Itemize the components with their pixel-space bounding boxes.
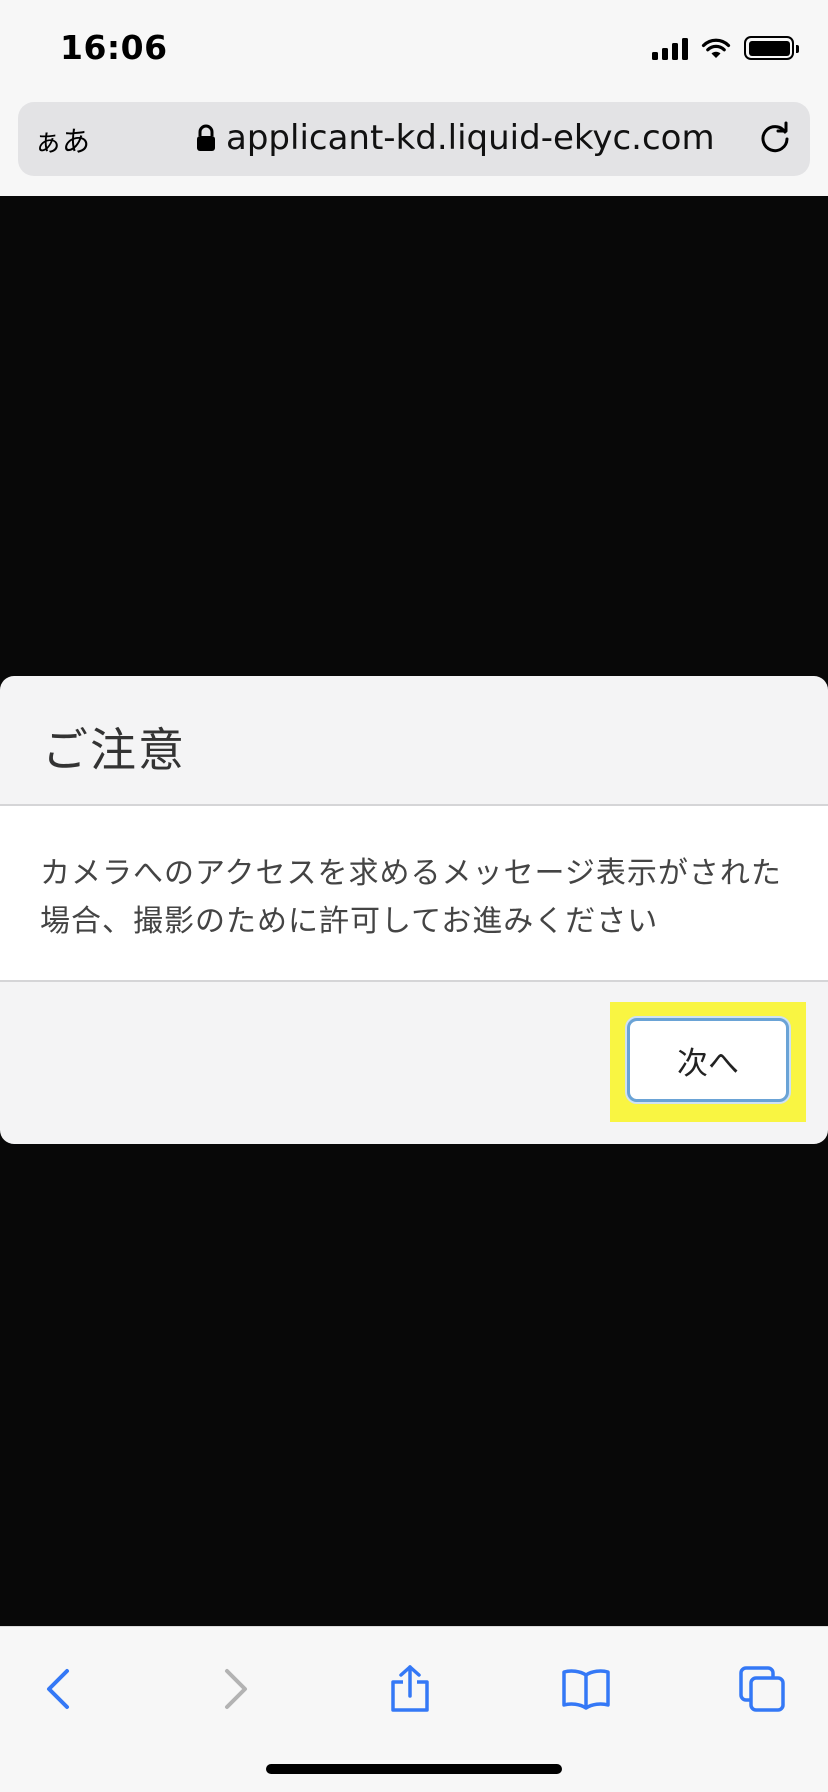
url-field[interactable]: applicant-kd.liquid-ekyc.com [196,118,715,158]
dialog-title: ご注意 [42,723,186,777]
wifi-icon [701,38,731,58]
dialog-body: カメラへのアクセスを求めるメッセージ表示がされた場合、撮影のために許可してお進み… [0,806,828,982]
forward-icon [225,1669,247,1709]
notice-dialog: ご注意 カメラへのアクセスを求めるメッセージ表示がされた場合、撮影のために許可し… [0,676,828,1144]
forward-button[interactable] [206,1659,266,1719]
back-icon [47,1669,69,1709]
battery-icon [744,36,799,60]
bookmarks-button[interactable] [556,1659,616,1719]
tabs-icon [739,1666,785,1712]
status-bar: 16:06 [0,0,828,96]
status-time: 16:06 [60,28,168,67]
dialog-header: ご注意 [0,676,828,806]
url-text: applicant-kd.liquid-ekyc.com [226,118,715,158]
reload-icon[interactable] [756,120,794,158]
signal-icon [652,36,688,60]
bookmarks-icon [562,1669,610,1710]
share-icon [391,1665,429,1712]
address-bar[interactable]: ぁあ applicant-kd.liquid-ekyc.com [18,102,810,176]
next-button[interactable]: 次へ [627,1018,789,1102]
dialog-footer: 次へ [0,982,828,1142]
dialog-message: カメラへのアクセスを求めるメッセージ表示がされた場合、撮影のために許可してお進み… [40,856,782,939]
tabs-button[interactable] [732,1659,792,1719]
lock-icon [197,124,215,151]
home-indicator [266,1764,562,1774]
back-button[interactable] [28,1659,88,1719]
text-size-button[interactable]: ぁあ [34,120,90,160]
status-icons [652,36,799,60]
share-button[interactable] [380,1659,440,1719]
